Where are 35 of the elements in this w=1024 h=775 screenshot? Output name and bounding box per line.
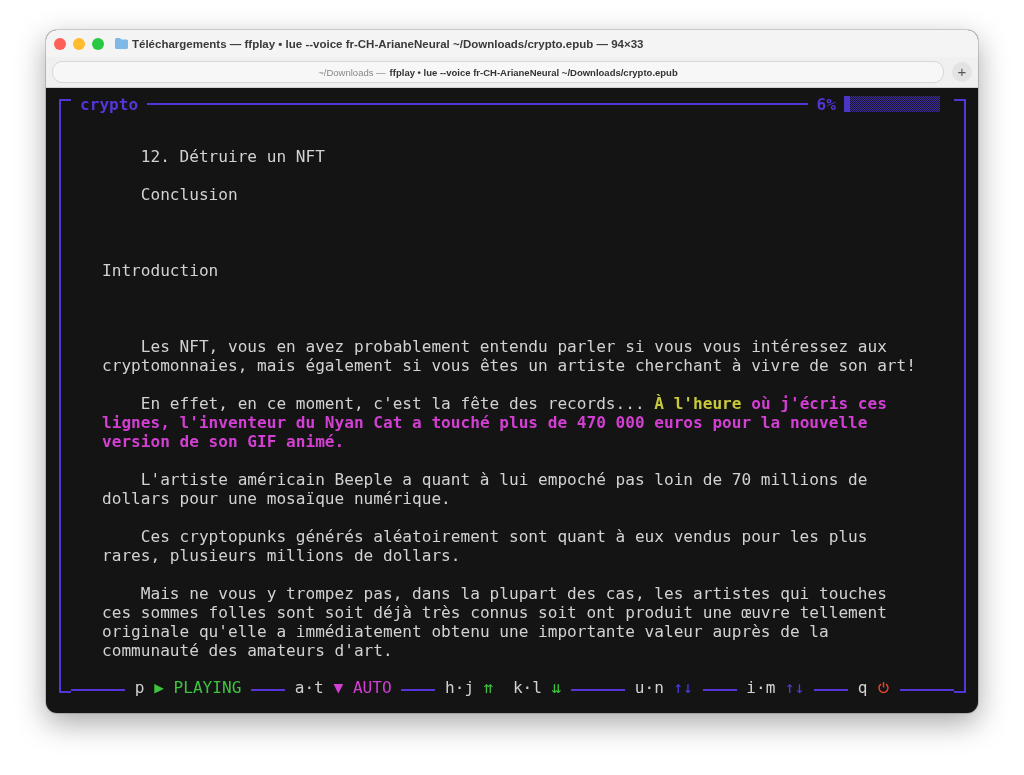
window-title: Téléchargements — ffplay • lue --voice fr-CH-ArianeNeural ~/Downloads/crypto.epub — 94×33 (132, 37, 644, 50)
progress-percent: 6% (815, 94, 837, 114)
tab-path: ~/Downloads — (318, 66, 386, 78)
status-glyph: ⇈ (483, 678, 494, 697)
status-glyph: ↑↓ (673, 678, 693, 697)
status-glyph: ▶ (154, 678, 164, 697)
status-glyph: ⇊ (551, 678, 562, 697)
section-heading: Introduction (102, 261, 220, 280)
close-button[interactable] (54, 37, 66, 50)
paragraph: L'artiste américain Beeple a quant à lui empoché pas loin de 70 millions de dollars pour une mosaïque numérique. (102, 470, 869, 508)
terminal-tab[interactable]: ~/Downloads — ffplay • lue --voice fr-CH-ArianeNeural ~/Downloads/crypto.epub (52, 61, 944, 83)
status-glyph: ↑↓ (785, 678, 805, 697)
chapter-entry: Conclusion (139, 185, 239, 204)
key-hint: h·j (445, 678, 475, 697)
paragraph: Ces cryptopunks générés aléatoirement sont quant à eux vendus pour les plus rares, plusieurs millions de dollars. (102, 527, 869, 565)
paragraph: Mais ne vous y trompez pas, dans la plupart des cas, les artistes qui touches ces sommes folles sont soit déjà très connus soit ont produit une œuvre tellement originale qu'elle a immédiatement obtenu une importante valeur auprès de la communauté des amateurs d'art. (102, 584, 888, 660)
tab-command: ffplay • lue --voice fr-CH-ArianeNeural ~/Downloads/crypto.epub (389, 66, 678, 78)
paragraph: Les NFT, vous en avez probablement entendu parler si vous vous intéressez aux cryptomonnaies, mais également si vous êtes un artiste cherchant à vivre de son art! (102, 337, 916, 375)
key-hint: u·n (634, 678, 664, 697)
key-hint: a·t (294, 678, 324, 697)
new-tab-button[interactable]: + (952, 62, 972, 82)
key-hint: i·m (746, 678, 776, 697)
status-label: PLAYING (173, 678, 242, 697)
chapter-entry: 12. Détruire un NFT (139, 147, 326, 166)
key-hint: p (134, 678, 145, 697)
key-hint: q (857, 678, 868, 697)
power-icon[interactable] (877, 681, 891, 694)
folder-icon (115, 38, 128, 49)
minimize-button[interactable] (73, 37, 85, 50)
book-title: crypto (79, 94, 140, 114)
status-glyph: ▼ (333, 678, 344, 697)
zoom-button[interactable] (92, 37, 104, 50)
key-hint: k·l (512, 678, 542, 697)
status-label: AUTO (352, 678, 392, 697)
paragraph: En effet, en ce moment, c'est la fête des records... À l'heure où j'écris ces lignes, l'inventeur du Nyan Cat a touché plus de 470 000 euros pour la nouvelle version de son GIF animé. (102, 394, 888, 451)
